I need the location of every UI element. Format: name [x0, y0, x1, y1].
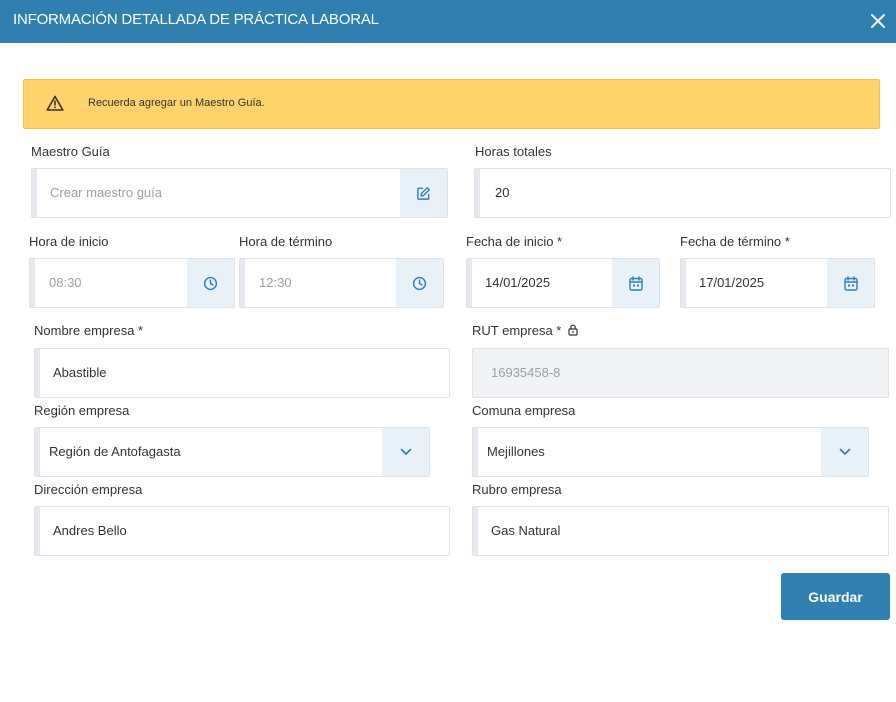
nombre-empresa-label: Nombre empresa * [34, 323, 144, 338]
horas-totales-value: 20 [495, 185, 510, 200]
rut-empresa-label: RUT empresa * [472, 323, 578, 338]
alert-message: Recuerda agregar un Maestro Guía. [88, 97, 265, 109]
hora-termino-label: Hora de término [239, 234, 333, 249]
edit-maestro-button[interactable] [400, 169, 447, 217]
maestro-guia-field[interactable]: Crear maestro guía [31, 168, 448, 218]
clock-icon [412, 276, 427, 290]
comuna-dropdown-button[interactable] [821, 428, 868, 476]
calendar-icon [628, 275, 643, 291]
save-button[interactable]: Guardar [781, 573, 890, 620]
fecha-termino-label: Fecha de término * [680, 234, 790, 249]
fecha-termino-field[interactable]: 17/01/2025 [680, 258, 875, 308]
edit-icon [417, 186, 431, 200]
region-empresa-select[interactable]: Región de Antofagasta [34, 427, 430, 477]
clock-icon [203, 276, 218, 290]
calendar-icon [843, 275, 858, 291]
rubro-empresa-label: Rubro empresa [472, 482, 562, 497]
rut-empresa-value: 16935458-8 [491, 365, 561, 380]
hora-termino-clock-button[interactable] [396, 259, 443, 307]
region-empresa-value: Región de Antofagasta [49, 444, 181, 459]
maestro-guia-placeholder: Crear maestro guía [50, 185, 162, 200]
hora-termino-value: 12:30 [259, 275, 292, 290]
fecha-inicio-value: 14/01/2025 [485, 275, 551, 290]
fecha-inicio-calendar-button[interactable] [612, 259, 659, 307]
horas-totales-label: Horas totales [475, 144, 552, 159]
fecha-termino-calendar-button[interactable] [827, 259, 874, 307]
comuna-empresa-label: Comuna empresa [472, 403, 576, 418]
warning-icon [46, 95, 64, 116]
comuna-empresa-value: Mejillones [487, 444, 545, 459]
modal-title: INFORMACIÓN DETALLADA DE PRÁCTICA LABORA… [13, 11, 379, 28]
direccion-empresa-value: Andres Bello [53, 523, 127, 538]
comuna-empresa-select[interactable]: Mejillones [472, 427, 869, 477]
region-dropdown-button[interactable] [382, 428, 429, 476]
fecha-inicio-label: Fecha de inicio * [466, 234, 563, 249]
hora-termino-field[interactable]: 12:30 [239, 258, 444, 308]
rut-empresa-input: 16935458-8 [472, 348, 889, 398]
chevron-down-icon [839, 448, 850, 455]
rubro-empresa-input[interactable]: Gas Natural [472, 506, 889, 556]
warning-alert: Recuerda agregar un Maestro Guía. [23, 79, 880, 129]
rubro-empresa-value: Gas Natural [491, 523, 561, 538]
horas-totales-input[interactable]: 20 [474, 168, 891, 218]
maestro-guia-label: Maestro Guía [31, 144, 110, 159]
hora-inicio-clock-button[interactable] [187, 259, 234, 307]
lock-icon [568, 324, 578, 336]
direccion-empresa-input[interactable]: Andres Bello [34, 506, 450, 556]
close-button[interactable] [868, 11, 888, 31]
chevron-down-icon [400, 448, 411, 455]
close-icon [871, 14, 885, 28]
direccion-empresa-label: Dirección empresa [34, 482, 143, 497]
fecha-termino-value: 17/01/2025 [699, 275, 765, 290]
modal-header: INFORMACIÓN DETALLADA DE PRÁCTICA LABORA… [0, 0, 896, 43]
nombre-empresa-value: Abastible [53, 365, 107, 380]
hora-inicio-value: 08:30 [49, 275, 82, 290]
hora-inicio-label: Hora de inicio [29, 234, 109, 249]
nombre-empresa-input[interactable]: Abastible [34, 348, 450, 398]
region-empresa-label: Región empresa [34, 403, 130, 418]
hora-inicio-field[interactable]: 08:30 [29, 258, 235, 308]
fecha-inicio-field[interactable]: 14/01/2025 [466, 258, 660, 308]
